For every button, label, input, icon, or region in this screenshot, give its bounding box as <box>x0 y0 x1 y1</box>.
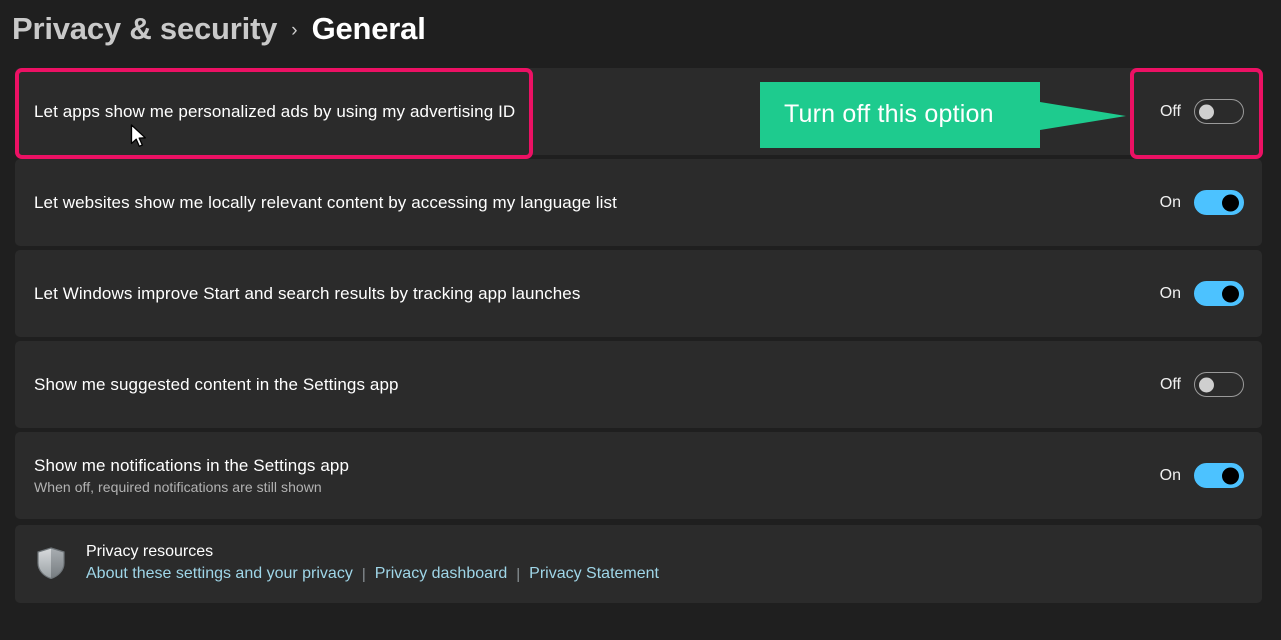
setting-control: On <box>1157 281 1244 306</box>
link-about-these-settings[interactable]: About these settings and your privacy <box>86 565 353 583</box>
setting-row-language-list[interactable]: Let websites show me locally relevant co… <box>15 159 1262 246</box>
settings-list: Let apps show me personalized ads by usi… <box>15 68 1262 603</box>
toggle-state-label: On <box>1159 284 1181 302</box>
setting-row-suggested-content[interactable]: Show me suggested content in the Setting… <box>15 341 1262 428</box>
privacy-resources-title: Privacy resources <box>86 543 214 560</box>
toggle-knob <box>1222 285 1239 302</box>
privacy-resources-links: About these settings and your privacy | … <box>86 565 659 583</box>
toggle-state-label: On <box>1159 466 1181 484</box>
setting-title: Show me suggested content in the Setting… <box>34 374 399 394</box>
link-privacy-dashboard[interactable]: Privacy dashboard <box>375 565 508 583</box>
page-title: General <box>311 11 426 46</box>
setting-row-text: Show me notifications in the Settings ap… <box>34 456 349 495</box>
setting-row-text: Let apps show me personalized ads by usi… <box>34 102 515 122</box>
setting-control: Off <box>1157 99 1244 124</box>
toggle-app-launch-tracking[interactable] <box>1194 281 1244 306</box>
setting-row-text: Let Windows improve Start and search res… <box>34 284 580 304</box>
annotation-callout-arrow <box>1040 102 1126 130</box>
setting-title: Show me notifications in the Settings ap… <box>34 456 350 475</box>
toggle-suggested-content[interactable] <box>1194 372 1244 397</box>
annotation-callout-text: Turn off this option <box>760 82 1040 148</box>
setting-control: On <box>1157 463 1244 488</box>
toggle-settings-notifications[interactable] <box>1194 463 1244 488</box>
toggle-language-list[interactable] <box>1194 190 1244 215</box>
setting-row-text: Let websites show me locally relevant co… <box>34 193 617 213</box>
link-separator: | <box>361 565 366 583</box>
toggle-advertising-id[interactable] <box>1194 99 1244 124</box>
privacy-resources-card: Privacy resources About these settings a… <box>15 525 1262 603</box>
toggle-state-label: On <box>1159 193 1181 211</box>
breadcrumb: Privacy & security › General <box>12 4 426 54</box>
toggle-state-label: Off <box>1159 375 1181 393</box>
shield-icon <box>34 546 68 580</box>
setting-row-app-launch-tracking[interactable]: Let Windows improve Start and search res… <box>15 250 1262 337</box>
toggle-knob <box>1199 377 1214 392</box>
setting-control: Off <box>1157 372 1244 397</box>
setting-control: On <box>1157 190 1244 215</box>
link-privacy-statement[interactable]: Privacy Statement <box>529 565 659 583</box>
toggle-knob <box>1199 104 1214 119</box>
link-separator: | <box>516 565 521 583</box>
chevron-right-icon: › <box>291 19 298 41</box>
setting-title: Let apps show me personalized ads by usi… <box>34 101 516 121</box>
privacy-resources-text: Privacy resources About these settings a… <box>86 543 659 583</box>
annotation-callout: Turn off this option <box>760 82 1126 148</box>
breadcrumb-parent-link[interactable]: Privacy & security <box>12 11 277 47</box>
toggle-knob <box>1222 194 1239 211</box>
setting-row-settings-notifications[interactable]: Show me notifications in the Settings ap… <box>15 432 1262 519</box>
setting-title: Let Windows improve Start and search res… <box>34 283 581 303</box>
setting-subtitle: When off, required notifications are sti… <box>34 479 322 495</box>
toggle-state-label: Off <box>1159 102 1181 120</box>
setting-title: Let websites show me locally relevant co… <box>34 192 617 212</box>
setting-row-text: Show me suggested content in the Setting… <box>34 375 399 395</box>
toggle-knob <box>1222 467 1239 484</box>
